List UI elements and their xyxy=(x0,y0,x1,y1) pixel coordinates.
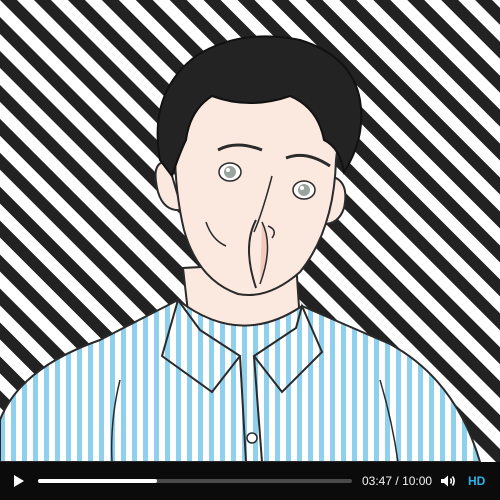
time-separator: / xyxy=(395,474,399,488)
video-illustration xyxy=(0,0,500,462)
video-player: 03:47 / 10:00 HD xyxy=(0,0,500,500)
time-display: 03:47 / 10:00 xyxy=(362,474,432,488)
volume-button[interactable] xyxy=(439,472,457,490)
current-time: 03:47 xyxy=(362,474,393,488)
seek-bar[interactable] xyxy=(38,479,352,483)
play-button[interactable] xyxy=(9,472,27,490)
duration: 10:00 xyxy=(402,474,433,488)
seek-progress-fill xyxy=(38,479,157,483)
play-icon xyxy=(14,475,24,487)
volume-icon xyxy=(441,475,455,487)
hd-quality-button[interactable]: HD xyxy=(468,474,485,488)
video-frame[interactable] xyxy=(0,0,500,462)
player-controls: 03:47 / 10:00 HD xyxy=(0,462,500,500)
